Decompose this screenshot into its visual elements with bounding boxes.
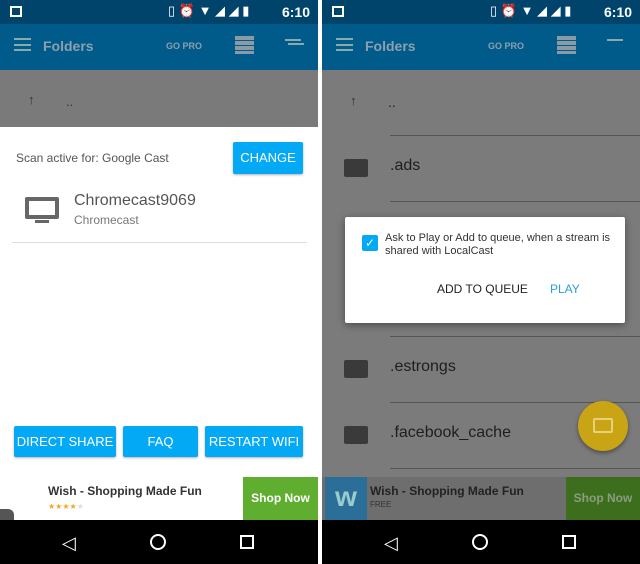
device-item[interactable]: Chromecast9069 Chromecast — [12, 183, 307, 243]
scan-label: Scan active for: Google Cast — [16, 151, 169, 165]
folder-icon — [344, 360, 368, 378]
play-button[interactable]: PLAY — [550, 282, 580, 296]
toolbar: Folders GO PRO — [0, 24, 318, 70]
folder-list-dimmed: ↑ .. — [0, 70, 318, 127]
wish-logo: w — [325, 477, 367, 520]
recents-icon[interactable] — [562, 535, 576, 549]
ad-title: Wish - Shopping Made Fun — [48, 484, 202, 498]
folder-icon — [344, 426, 368, 444]
status-bar: ▯ ⏰ ▼ ◢ ◢ ▮ 6:10 — [322, 0, 640, 24]
shop-now-button[interactable]: Shop Now — [566, 477, 640, 520]
folder-name: .facebook_cache — [390, 424, 511, 441]
restart-wifi-button[interactable]: RESTART WIFI — [205, 426, 303, 457]
image-notification-icon — [332, 6, 344, 17]
toolbar: Folders GO PRO — [322, 24, 640, 70]
cast-sheet: Scan active for: Google Cast CHANGE Chro… — [0, 127, 318, 521]
ad-banner[interactable]: w Wish - Shopping Made Fun FREE Shop Now — [322, 477, 640, 520]
list-view-icon[interactable] — [235, 36, 254, 54]
image-notification-icon — [10, 6, 22, 17]
dialog-message: Ask to Play or Add to queue, when a stre… — [385, 232, 611, 257]
back-icon[interactable]: ◁ — [384, 533, 398, 554]
ad-banner[interactable]: Wish - Shopping Made Fun ★★★★★ Shop Now — [0, 477, 318, 521]
folder-row[interactable]: .ads — [322, 135, 640, 201]
faq-button[interactable]: FAQ — [123, 426, 198, 457]
clock: 6:10 — [603, 4, 632, 20]
device-type: Chromecast — [74, 213, 139, 227]
cast-fab[interactable] — [578, 401, 628, 451]
list-view-icon[interactable] — [557, 36, 576, 54]
folder-name: .ads — [390, 157, 421, 174]
toolbar-title: Folders — [365, 38, 416, 54]
shop-now-button[interactable]: Shop Now — [243, 477, 318, 520]
folder-name: .estrongs — [390, 358, 456, 375]
left-screen: ▯ ⏰ ▼ ◢ ◢ ▮ 6:10 Folders GO PRO ↑ .. Sca… — [0, 0, 318, 564]
change-button[interactable]: CHANGE — [233, 142, 303, 174]
add-to-queue-button[interactable]: ADD TO QUEUE — [437, 282, 528, 296]
go-pro-button[interactable]: GO PRO — [488, 41, 524, 51]
play-queue-dialog: ✓ Ask to Play or Add to queue, when a st… — [345, 217, 625, 323]
home-icon[interactable] — [150, 534, 166, 550]
ad-rating-stars: ★★★★★ — [48, 502, 84, 511]
menu-icon[interactable] — [14, 38, 31, 51]
folder-row-parent[interactable]: .. — [388, 94, 396, 110]
direct-share-button[interactable]: DIRECT SHARE — [14, 426, 116, 457]
tv-icon — [25, 197, 59, 223]
back-icon[interactable]: ◁ — [62, 533, 76, 554]
divider — [12, 242, 307, 243]
ad-subtitle: FREE — [370, 500, 392, 509]
up-arrow-icon[interactable]: ↑ — [28, 92, 35, 107]
menu-icon[interactable] — [336, 38, 353, 51]
right-screen: ▯ ⏰ ▼ ◢ ◢ ▮ 6:10 Folders GO PRO ↑ .. .ad… — [322, 0, 640, 564]
nav-bar: ◁ — [322, 520, 640, 564]
folder-icon — [344, 159, 368, 177]
clock: 6:10 — [281, 4, 310, 20]
nav-bar: ◁ — [0, 520, 318, 564]
ad-title: Wish - Shopping Made Fun — [370, 484, 524, 498]
toolbar-title: Folders — [43, 38, 94, 54]
folder-row[interactable]: .estrongs — [322, 336, 640, 402]
status-icons: ▯ ⏰ ▼ ◢ ◢ ▮ — [490, 3, 572, 18]
divider — [390, 468, 640, 469]
divider — [390, 201, 640, 202]
status-bar: ▯ ⏰ ▼ ◢ ◢ ▮ 6:10 — [0, 0, 318, 24]
home-icon[interactable] — [472, 534, 488, 550]
filter-icon[interactable] — [607, 39, 623, 41]
cast-icon — [593, 418, 613, 433]
recents-icon[interactable] — [240, 535, 254, 549]
status-icons: ▯ ⏰ ▼ ◢ ◢ ▮ — [168, 3, 250, 18]
up-arrow-icon[interactable]: ↑ — [350, 93, 357, 108]
parent-folder[interactable]: .. — [66, 94, 73, 109]
filter-icon[interactable] — [285, 39, 301, 41]
device-name: Chromecast9069 — [74, 192, 196, 209]
go-pro-button[interactable]: GO PRO — [166, 41, 202, 51]
ask-checkbox[interactable]: ✓ — [362, 235, 378, 251]
